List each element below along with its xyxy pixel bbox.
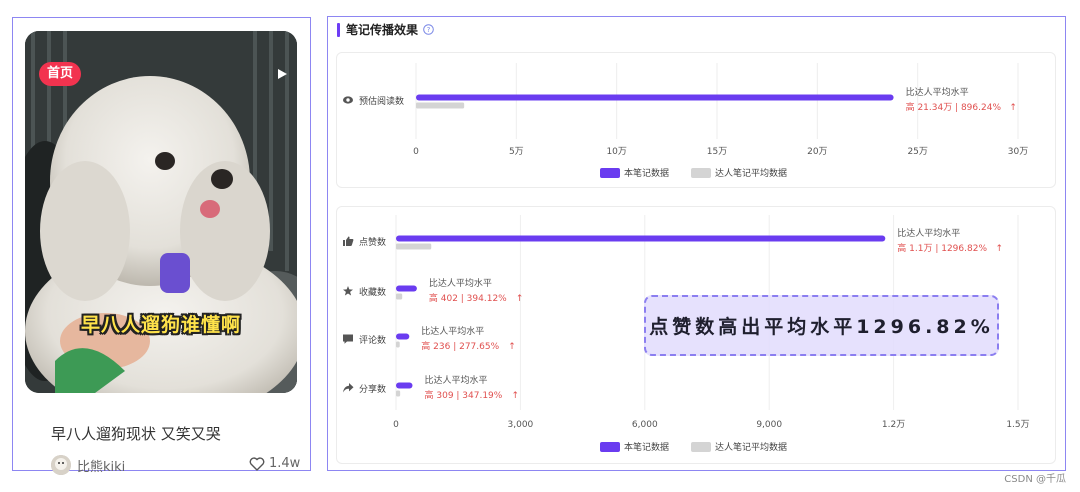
legend-swatch-avg	[691, 168, 711, 178]
author-name[interactable]: 比熊kiki	[77, 456, 125, 475]
up-arrow-icon: ↑	[508, 342, 516, 352]
legend-swatch-avg	[691, 442, 711, 452]
title-accent-bar	[337, 22, 340, 37]
share-icon	[343, 383, 354, 393]
category-label: 点赞数	[359, 236, 386, 248]
annotation-detail: 高 309 | 347.19%	[425, 389, 503, 401]
x-tick-label: 9,000	[756, 420, 782, 430]
bar-avg-data	[396, 293, 403, 300]
category-label: 预估阅读数	[359, 95, 404, 107]
bar-avg-data	[416, 102, 465, 109]
annotation-label: 比达人平均水平	[897, 227, 960, 239]
annotation-label: 比达人平均水平	[425, 374, 488, 386]
thumbs-up-icon	[343, 236, 354, 246]
bar-note-data	[396, 235, 886, 242]
callout-text: 点赞数高出平均水平1296.82%	[649, 316, 994, 338]
star-icon	[343, 286, 353, 296]
help-icon[interactable]: ?	[423, 24, 434, 35]
watermark: CSDN @千瓜	[1004, 474, 1066, 485]
bar-note-data	[396, 382, 413, 389]
annotation-detail: 高 21.34万 | 896.24%	[906, 101, 1002, 113]
x-tick-label: 0	[393, 420, 399, 430]
heart-icon[interactable]	[249, 456, 265, 471]
x-tick-label: 10万	[606, 147, 626, 157]
panel-header: 笔记传播效果 ?	[337, 21, 434, 38]
category-label: 评论数	[359, 334, 386, 346]
bar-note-data	[396, 333, 410, 340]
bar-note-data	[416, 94, 894, 101]
category-label: 收藏数	[359, 286, 386, 298]
chart-svg-1: 0 5万 10万 15万 20万 25万 30万 预估阅读数 比达人平均水平高 21.34万 |…	[343, 63, 1028, 179]
x-tick-label: 6,000	[632, 420, 658, 430]
panel-title: 笔记传播效果	[346, 23, 419, 37]
annotation-detail: 高 1.1万 | 1296.82%	[897, 242, 987, 254]
up-arrow-icon: ↑	[996, 244, 1004, 254]
reads-chart: 0 5万 10万 15万 20万 25万 30万 预估阅读数 比达人平均水平高 21.34万 |…	[336, 52, 1056, 188]
likes-counter[interactable]: 1.4w	[249, 456, 300, 471]
x-tick-label: 3,000	[508, 420, 534, 430]
x-tick-label: 25万	[907, 147, 927, 157]
legend-swatch-note	[600, 442, 620, 452]
legend-label-note: 本笔记数据	[624, 441, 669, 453]
x-tick-label: 5万	[509, 147, 524, 157]
note-title[interactable]: 早八人遛狗现状 又笑又哭	[51, 423, 221, 444]
annotation-detail: 高 236 | 277.65%	[421, 340, 499, 352]
comment-icon	[343, 334, 353, 344]
bar-avg-data	[396, 243, 432, 250]
x-tick-label: 20万	[807, 147, 827, 157]
eye-icon	[343, 96, 353, 104]
bar-avg-data	[396, 341, 400, 348]
chart-legend: 本笔记数据 达人笔记平均数据	[600, 441, 787, 453]
x-tick-label: 1.2万	[882, 420, 905, 430]
x-tick-label: 15万	[707, 147, 727, 157]
legend-label-avg: 达人笔记平均数据	[715, 167, 787, 179]
up-arrow-icon: ↑	[1009, 103, 1017, 113]
legend-label-note: 本笔记数据	[624, 167, 669, 179]
likes-count: 1.4w	[269, 456, 301, 471]
video-play-icon[interactable]	[275, 67, 289, 81]
annotation-detail: 高 402 | 394.12%	[429, 292, 507, 304]
note-card[interactable]: 首页 早八人遛狗谁懂啊 早八人遛狗现状 又笑又哭 比熊kiki 1.4w	[12, 17, 311, 475]
home-tag-badge: 首页	[39, 62, 82, 86]
legend-swatch-note	[600, 168, 620, 178]
x-tick-label: 30万	[1008, 147, 1028, 157]
up-arrow-icon: ↑	[516, 294, 524, 304]
avatar[interactable]	[51, 455, 71, 475]
spread-effect-panel: 笔记传播效果 ? 0 5万 10万 15万 20万 25万 30万 预估阅读数 比达人平均水平高…	[327, 16, 1066, 471]
x-tick-label: 1.5万	[1006, 420, 1029, 430]
category-label: 分享数	[359, 383, 386, 395]
x-tick-label: 0	[413, 147, 419, 157]
highlight-callout: 点赞数高出平均水平1296.82%	[644, 295, 999, 356]
bar-note-data	[396, 285, 417, 292]
author-info[interactable]: 比熊kiki	[51, 455, 125, 475]
up-arrow-icon: ↑	[512, 391, 520, 401]
chart-legend: 本笔记数据 达人笔记平均数据	[600, 167, 787, 179]
annotation-label: 比达人平均水平	[429, 277, 492, 289]
legend-label-avg: 达人笔记平均数据	[715, 441, 787, 453]
video-caption: 早八人遛狗谁懂啊	[80, 314, 241, 336]
annotation-label: 比达人平均水平	[421, 325, 484, 337]
annotation-label: 比达人平均水平	[906, 86, 969, 98]
avatar-image	[51, 455, 71, 475]
svg-text:?: ?	[427, 26, 431, 34]
bar-avg-data	[396, 390, 401, 397]
